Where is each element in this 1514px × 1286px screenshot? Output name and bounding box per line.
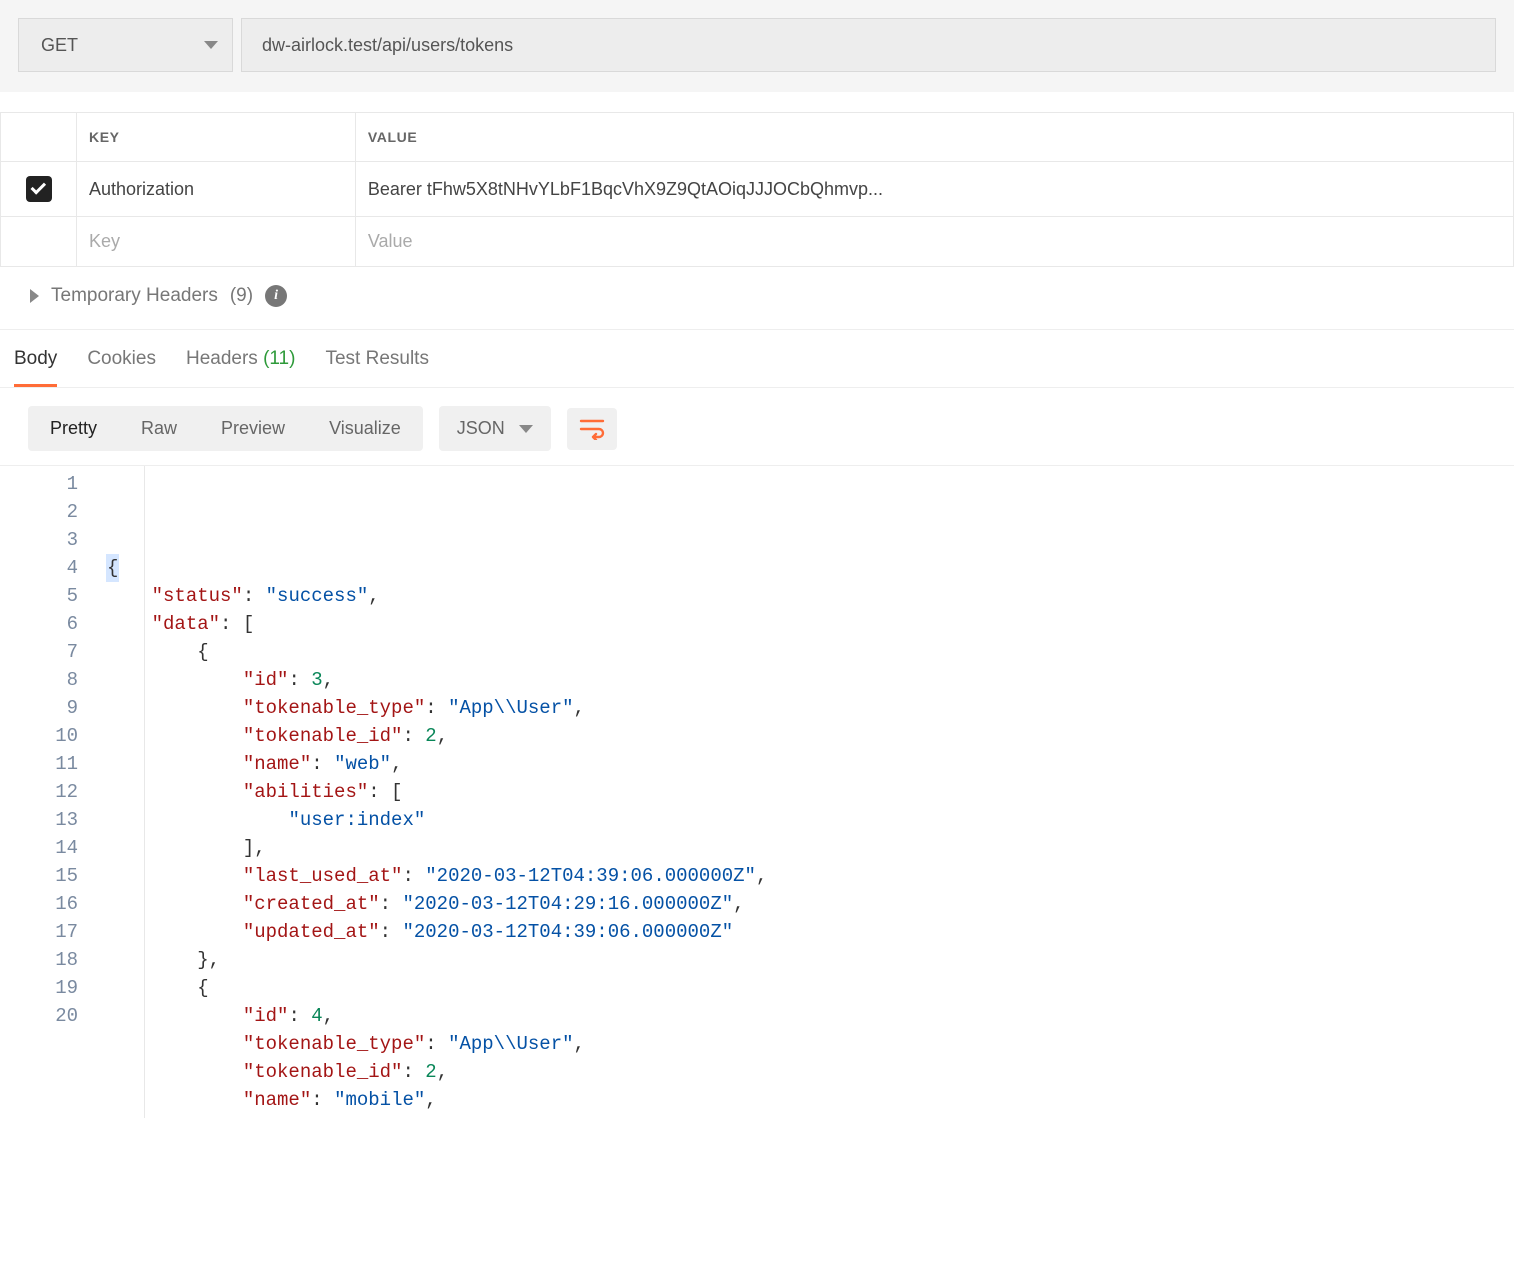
check-icon: [30, 179, 46, 195]
response-view-toolbar: Pretty Raw Preview Visualize JSON: [0, 388, 1514, 465]
http-method-select[interactable]: GET: [18, 18, 233, 72]
line-gutter: 1234567891011121314151617181920: [0, 466, 100, 1118]
temporary-headers-toggle[interactable]: Temporary Headers (9) i: [0, 267, 1514, 330]
request-url-input[interactable]: [241, 18, 1496, 72]
view-preview[interactable]: Preview: [199, 406, 307, 451]
code-content[interactable]: { "status": "success", "data": [ { "id":…: [100, 466, 773, 1118]
header-enabled-checkbox[interactable]: [26, 176, 52, 202]
triangle-right-icon: [30, 289, 39, 303]
header-value-cell[interactable]: Bearer tFhw5X8tNHvYLbF1BqcVhX9Z9QtAOiqJJ…: [355, 162, 1513, 217]
col-value: VALUE: [355, 113, 1513, 162]
header-row: Authorization Bearer tFhw5X8tNHvYLbF1Bqc…: [1, 162, 1514, 217]
tab-body[interactable]: Body: [14, 348, 57, 387]
wrap-icon: [579, 418, 605, 440]
tab-headers-count: (11): [263, 348, 295, 369]
tab-cookies[interactable]: Cookies: [87, 348, 156, 387]
col-checkbox: [1, 113, 77, 162]
header-value-placeholder[interactable]: Value: [355, 217, 1513, 267]
view-mode-group: Pretty Raw Preview Visualize: [28, 406, 423, 451]
response-body-viewer[interactable]: 1234567891011121314151617181920 { "statu…: [0, 465, 1514, 1118]
tab-headers-label: Headers: [186, 348, 258, 369]
temporary-headers-label: Temporary Headers: [51, 285, 218, 307]
request-bar: GET: [0, 0, 1514, 92]
header-key-placeholder[interactable]: Key: [77, 217, 356, 267]
response-tabs: Body Cookies Headers (11) Test Results: [0, 330, 1514, 388]
temporary-headers-count: (9): [230, 285, 253, 307]
response-format-label: JSON: [457, 418, 505, 439]
chevron-down-icon: [519, 425, 533, 433]
header-key-cell[interactable]: Authorization: [77, 162, 356, 217]
view-raw[interactable]: Raw: [119, 406, 199, 451]
http-method-label: GET: [41, 35, 78, 56]
header-row-empty: Key Value: [1, 217, 1514, 267]
tab-test-results[interactable]: Test Results: [325, 348, 428, 387]
info-icon[interactable]: i: [265, 285, 287, 307]
tab-headers[interactable]: Headers (11): [186, 348, 296, 387]
request-headers-table: KEY VALUE Authorization Bearer tFhw5X8tN…: [0, 112, 1514, 267]
view-visualize[interactable]: Visualize: [307, 406, 423, 451]
view-pretty[interactable]: Pretty: [28, 406, 119, 451]
col-key: KEY: [77, 113, 356, 162]
wrap-lines-button[interactable]: [567, 408, 617, 450]
response-format-select[interactable]: JSON: [439, 406, 551, 451]
chevron-down-icon: [204, 41, 218, 49]
